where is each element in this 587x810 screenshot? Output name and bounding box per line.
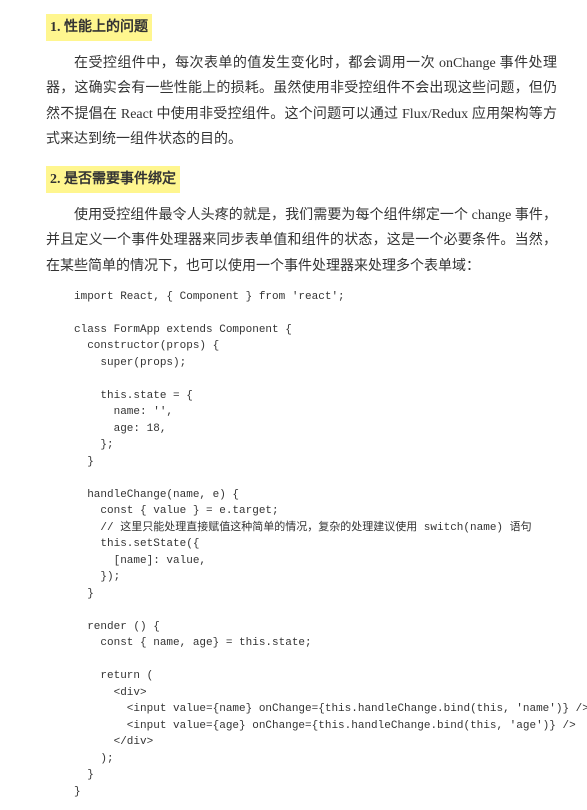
section-heading-1: 1. 性能上的问题 xyxy=(46,14,152,41)
paragraph-2: 使用受控组件最令人头疼的就是，我们需要为每个组件绑定一个 change 事件，并… xyxy=(46,203,557,279)
document-content: 1. 性能上的问题 在受控组件中，每次表单的值发生变化时，都会调用一次 onCh… xyxy=(0,0,587,810)
section-heading-2: 2. 是否需要事件绑定 xyxy=(46,166,180,193)
code-block: import React, { Component } from 'react'… xyxy=(74,289,557,801)
paragraph-1: 在受控组件中，每次表单的值发生变化时，都会调用一次 onChange 事件处理器… xyxy=(46,51,557,152)
